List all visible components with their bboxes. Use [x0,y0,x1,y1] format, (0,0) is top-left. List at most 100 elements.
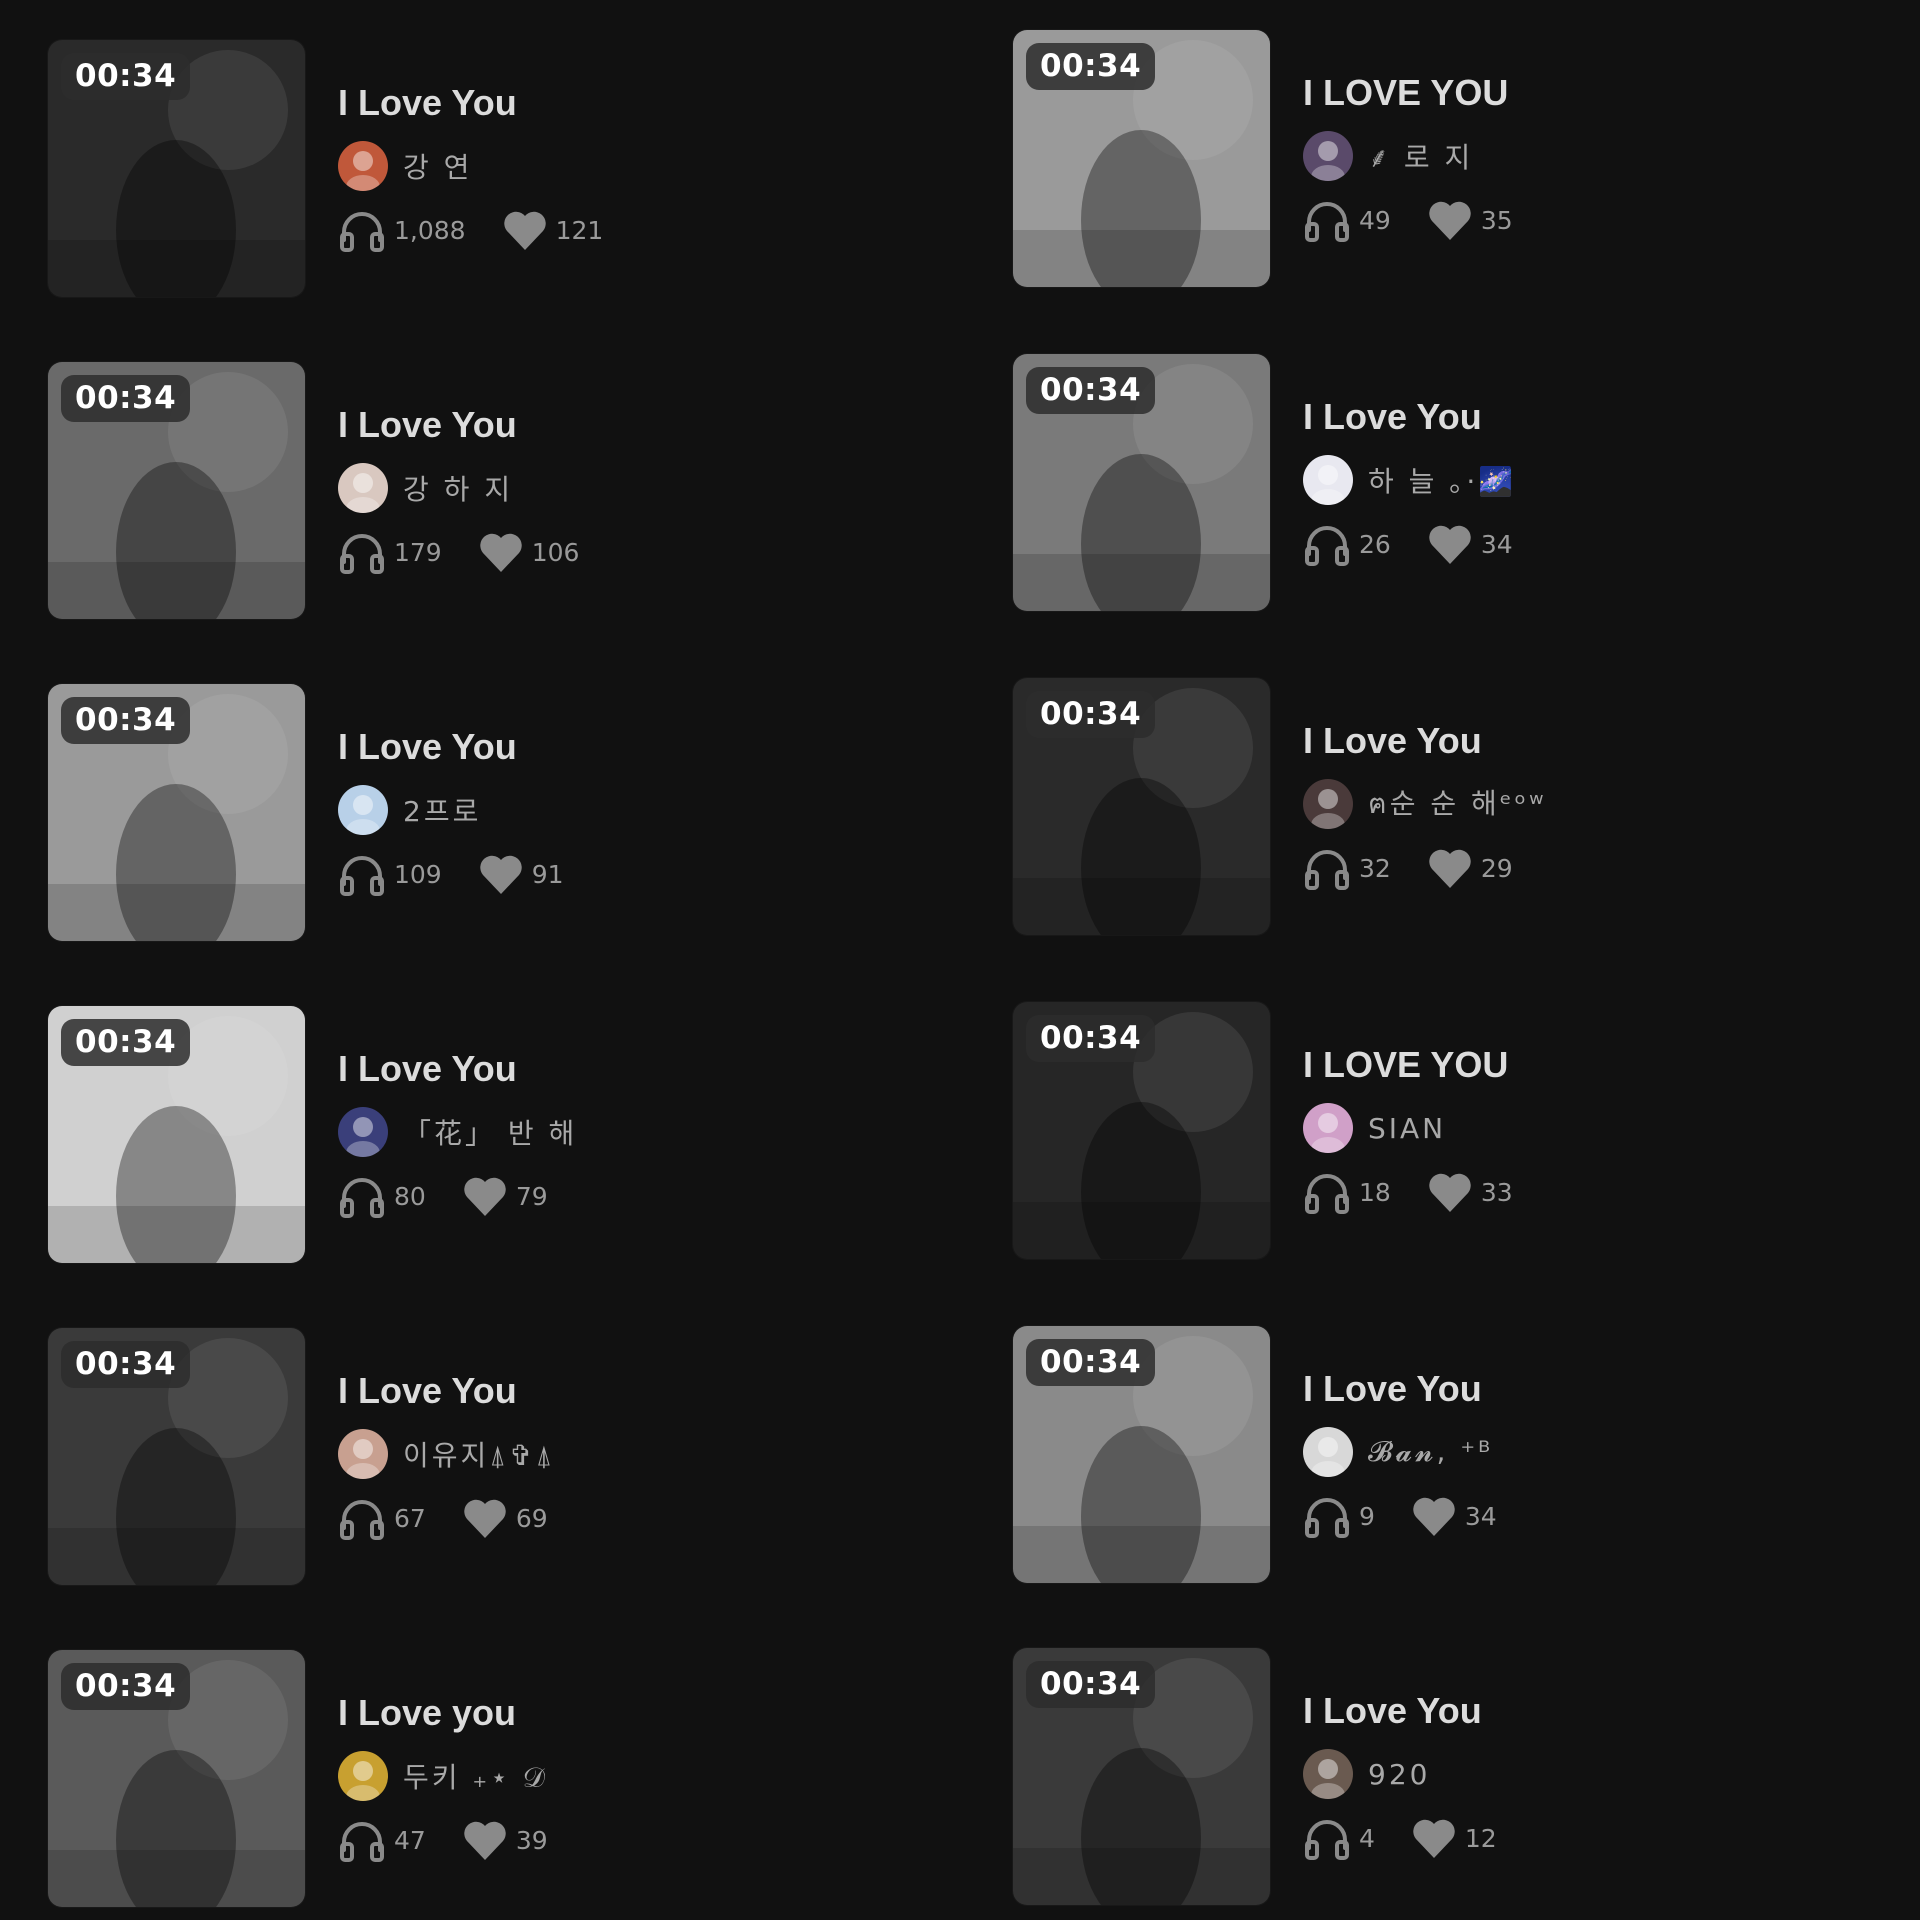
track-thumbnail[interactable]: 00:34 [48,40,305,297]
track-card[interactable]: 00:34 I Love You 920 4 12 [1013,1648,1913,1906]
track-card[interactable]: 00:34 I Love You 2프로 109 91 [48,684,948,942]
creator-name[interactable]: 하 늘 ｡·🌌 [1368,460,1516,500]
creator-name[interactable]: 2프로 [403,790,481,830]
track-thumbnail[interactable]: 00:34 [1013,30,1270,287]
creator-name[interactable]: 두키 ₊⋆ 𝒟 [403,1756,548,1796]
track-card[interactable]: 00:34 I Love you 두키 ₊⋆ 𝒟 47 39 [48,1650,948,1908]
creator-row[interactable]: 강 하 지 [338,463,938,513]
track-title[interactable]: I Love You [338,1370,938,1412]
like-count: 39 [515,1825,548,1855]
like-count: 33 [1480,1177,1513,1207]
heart-icon[interactable] [1427,198,1473,242]
creator-row[interactable]: 하 늘 ｡·🌌 [1303,455,1903,505]
track-thumbnail[interactable]: 00:34 [1013,1648,1270,1905]
track-thumbnail[interactable]: 00:34 [48,362,305,619]
creator-name[interactable]: 920 [1368,1758,1430,1791]
avatar[interactable] [338,785,388,835]
avatar[interactable] [338,463,388,513]
heart-icon[interactable] [502,208,548,252]
track-thumbnail[interactable]: 00:34 [1013,678,1270,935]
headphones-icon [1303,520,1351,568]
play-count: 1,088 [394,215,466,245]
avatar[interactable] [1303,779,1353,829]
creator-name[interactable]: 「花」 반 해 [403,1112,577,1152]
track-info: I Love You 𝓑𝓪𝓷, ⁺ᴮ 9 34 [1303,1368,1903,1541]
track-thumbnail[interactable]: 00:34 [1013,1002,1270,1259]
creator-row[interactable]: 강 연 [338,141,938,191]
creator-row[interactable]: 𝓑𝓪𝓷, ⁺ᴮ [1303,1427,1903,1477]
creator-row[interactable]: 2프로 [338,785,938,835]
track-card[interactable]: 00:34 I Love You 「花」 반 해 80 79 [48,1006,948,1264]
track-thumbnail[interactable]: 00:34 [48,1006,305,1263]
creator-name[interactable]: 𝓑𝓪𝓷, ⁺ᴮ [1368,1435,1493,1469]
track-thumbnail[interactable]: 00:34 [1013,1326,1270,1583]
avatar[interactable] [1303,455,1353,505]
heart-icon[interactable] [478,852,524,896]
track-title[interactable]: I Love You [1303,720,1903,762]
track-card[interactable]: 00:34 I LOVE YOU SIAN 18 33 [1013,1002,1913,1260]
heart-icon[interactable] [462,1818,508,1862]
avatar[interactable] [338,1429,388,1479]
track-card[interactable]: 00:34 I Love You 강 하 지 179 106 [48,362,948,620]
like-count: 29 [1480,853,1513,883]
track-title[interactable]: I Love You [1303,396,1903,438]
like-count: 91 [531,859,564,889]
creator-name[interactable]: SIAN [1368,1112,1446,1145]
track-card[interactable]: 00:34 I Love You 강 연 1,088 121 [48,40,948,298]
creator-row[interactable]: 두키 ₊⋆ 𝒟 [338,1751,938,1801]
like-count: 69 [515,1503,548,1533]
like-count: 12 [1464,1823,1497,1853]
creator-name[interactable]: 강 하 지 [403,468,513,508]
avatar[interactable] [338,1751,388,1801]
track-title[interactable]: I Love You [1303,1690,1903,1732]
headphones-icon [1303,1814,1351,1862]
track-title[interactable]: I Love You [338,404,938,446]
track-title[interactable]: I LOVE YOU [1303,1044,1903,1086]
track-thumbnail[interactable]: 00:34 [1013,354,1270,611]
track-thumbnail[interactable]: 00:34 [48,684,305,941]
avatar[interactable] [1303,1103,1353,1153]
track-card[interactable]: 00:34 I Love You 𝓑𝓪𝓷, ⁺ᴮ 9 34 [1013,1326,1913,1584]
track-card[interactable]: 00:34 I Love You 하 늘 ｡·🌌 26 34 [1013,354,1913,612]
creator-row[interactable]: ⸙ 로 지 [1303,131,1903,181]
avatar[interactable] [1303,1749,1353,1799]
creator-row[interactable]: 「花」 반 해 [338,1107,938,1157]
track-title[interactable]: I Love You [338,82,938,124]
heart-icon[interactable] [1411,1494,1457,1538]
track-title[interactable]: I Love you [338,1692,938,1734]
heart-icon[interactable] [462,1496,508,1540]
heart-icon[interactable] [478,530,524,574]
heart-icon[interactable] [1427,522,1473,566]
avatar[interactable] [338,1107,388,1157]
headphones-icon [1303,1168,1351,1216]
track-title[interactable]: I Love You [1303,1368,1903,1410]
play-count: 179 [394,537,442,567]
heart-icon[interactable] [462,1174,508,1218]
creator-row[interactable]: 920 [1303,1749,1903,1799]
duration-badge: 00:34 [1026,367,1156,414]
stats-row: 49 35 [1303,195,1903,245]
track-title[interactable]: I Love You [338,726,938,768]
creator-name[interactable]: 강 연 [403,146,472,186]
creator-row[interactable]: SIAN [1303,1103,1903,1153]
avatar[interactable] [1303,131,1353,181]
creator-name[interactable]: ⸙ 로 지 [1368,136,1473,176]
avatar[interactable] [1303,1427,1353,1477]
track-title[interactable]: I Love You [338,1048,938,1090]
track-thumbnail[interactable]: 00:34 [48,1328,305,1585]
creator-name[interactable]: 이유지⍋✞⍋ [403,1434,555,1474]
creator-row[interactable]: ฅ순 순 해ᵉᵒʷ [1303,779,1903,829]
heart-icon[interactable] [1427,1170,1473,1214]
track-card[interactable]: 00:34 I Love You ฅ순 순 해ᵉᵒʷ 32 29 [1013,678,1913,936]
heart-icon[interactable] [1427,846,1473,890]
play-count: 49 [1359,205,1391,235]
heart-icon[interactable] [1411,1816,1457,1860]
avatar[interactable] [338,141,388,191]
creator-row[interactable]: 이유지⍋✞⍋ [338,1429,938,1479]
track-card[interactable]: 00:34 I LOVE YOU ⸙ 로 지 49 35 [1013,30,1913,288]
track-title[interactable]: I LOVE YOU [1303,72,1903,114]
track-thumbnail[interactable]: 00:34 [48,1650,305,1907]
track-info: I Love You 2프로 109 91 [338,726,938,899]
creator-name[interactable]: ฅ순 순 해ᵉᵒʷ [1368,782,1547,826]
track-card[interactable]: 00:34 I Love You 이유지⍋✞⍋ 67 69 [48,1328,948,1586]
